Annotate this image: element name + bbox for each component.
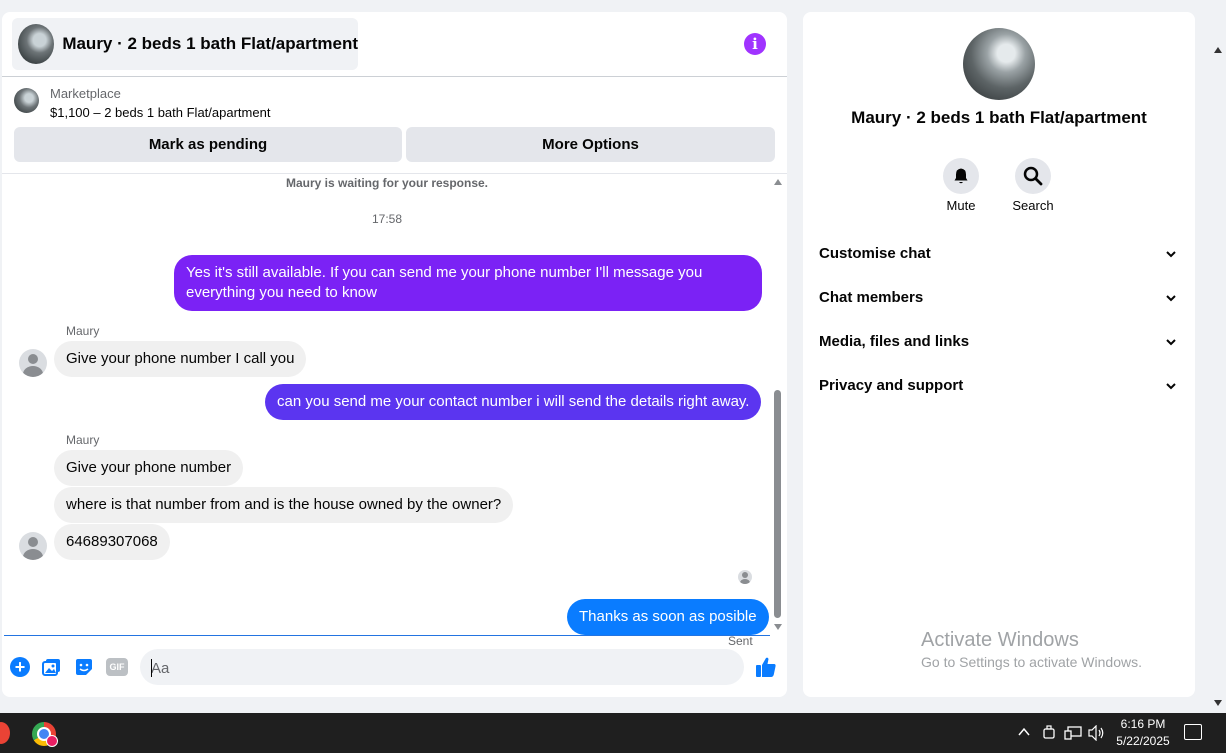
chevron-down-icon (1166, 251, 1176, 258)
waiting-status-text: Maury is waiting for your response. (285, 176, 489, 190)
listing-thumbnail[interactable] (14, 88, 39, 113)
section-customise-chat[interactable]: Customise chat (803, 234, 1195, 274)
search-label: Search (1012, 198, 1054, 213)
listing-card: Marketplace $1,100 – 2 beds 1 bath Flat/… (2, 77, 787, 174)
listing-profile-photo[interactable] (963, 28, 1035, 100)
listing-source: Marketplace (50, 86, 121, 101)
chevron-down-icon (1166, 295, 1176, 302)
chat-header: Maury · 2 beds 1 bath Flat/apartment i (2, 12, 787, 77)
search-icon (1023, 166, 1043, 186)
activate-windows-watermark: Activate Windows Go to Settings to activ… (921, 629, 1142, 670)
scroll-thumb[interactable] (774, 390, 781, 618)
message-bubble-incoming[interactable]: Give your phone number I call you (54, 341, 307, 377)
scroll-up-arrow-icon[interactable] (774, 179, 782, 185)
bell-icon (954, 168, 968, 184)
chevron-up-icon[interactable] (1018, 727, 1030, 737)
contact-avatar[interactable] (19, 349, 47, 377)
chrome-profile-badge-icon (46, 735, 58, 747)
contact-avatar[interactable] (19, 532, 47, 560)
plus-icon[interactable]: + (10, 657, 30, 677)
composer-divider (4, 635, 770, 636)
more-options-button[interactable]: More Options (406, 127, 775, 162)
message-scrollbar[interactable] (772, 175, 785, 635)
listing-price-title[interactable]: $1,100 – 2 beds 1 bath Flat/apartment (50, 105, 270, 120)
message-input-container[interactable] (140, 649, 744, 685)
section-label: Privacy and support (819, 377, 964, 394)
text-caret (151, 659, 152, 677)
info-icon[interactable]: i (744, 33, 766, 55)
mute-label: Mute (946, 198, 976, 213)
page-scroll-down-arrow-icon[interactable] (1214, 700, 1222, 706)
search-button[interactable] (1015, 158, 1051, 194)
message-bubble-outgoing[interactable]: Thanks as soon as posible (567, 599, 769, 635)
speaker-icon[interactable] (1088, 725, 1106, 741)
conversation-title-button[interactable]: Maury · 2 beds 1 bath Flat/apartment (12, 18, 358, 70)
message-input[interactable] (151, 658, 691, 678)
gif-icon[interactable]: GIF (106, 658, 128, 676)
mark-as-pending-button[interactable]: Mark as pending (14, 127, 402, 162)
section-label: Customise chat (819, 245, 931, 262)
scroll-down-arrow-icon[interactable] (774, 624, 782, 630)
sticker-icon[interactable] (74, 657, 94, 677)
listing-photo-avatar (18, 24, 55, 64)
meet-now-icon[interactable] (1042, 725, 1056, 741)
watermark-subtitle: Go to Settings to activate Windows. (921, 654, 1142, 670)
sender-name: Maury (66, 433, 100, 447)
clock-date: 5/22/2025 (1116, 734, 1170, 748)
chat-panel: Maury · 2 beds 1 bath Flat/apartment i M… (2, 12, 787, 697)
system-clock[interactable]: 6:16 PM 5/22/2025 (1110, 716, 1176, 750)
clock-time: 6:16 PM (1120, 717, 1166, 731)
chevron-down-icon (1166, 383, 1176, 390)
photo-icon[interactable] (42, 657, 62, 677)
notification-center-icon[interactable] (1184, 724, 1202, 740)
message-bubble-outgoing[interactable]: can you send me your contact number i wi… (265, 384, 762, 420)
conversation-title: Maury · 2 beds 1 bath Flat/apartment (62, 34, 358, 53)
section-label: Media, files and links (819, 333, 970, 350)
delivery-status: Sent (728, 634, 753, 648)
read-receipt-avatar (738, 570, 752, 584)
message-timestamp: 17:58 (371, 212, 403, 226)
page-scroll-up-arrow-icon[interactable] (1214, 47, 1222, 53)
taskbar: 6:16 PM 5/22/2025 (0, 713, 1226, 753)
info-panel-title: Maury · 2 beds 1 bath Flat/apartment (851, 108, 1147, 127)
thumbs-up-icon[interactable] (754, 655, 778, 679)
network-icon[interactable] (1064, 725, 1082, 741)
section-chat-members[interactable]: Chat members (803, 278, 1195, 318)
mute-button[interactable] (943, 158, 979, 194)
chevron-down-icon (1166, 339, 1176, 346)
section-media-files-links[interactable]: Media, files and links (803, 322, 1195, 362)
sender-name: Maury (66, 324, 100, 338)
section-label: Chat members (819, 289, 924, 306)
message-bubble-incoming[interactable]: Give your phone number (54, 450, 244, 486)
message-bubble-incoming[interactable]: where is that number from and is the hou… (54, 487, 514, 523)
message-bubble-outgoing[interactable]: Yes it's still available. If you can sen… (174, 255, 762, 311)
section-privacy-support[interactable]: Privacy and support (803, 366, 1195, 406)
message-bubble-incoming[interactable]: 64689307068 (54, 524, 170, 560)
message-list: Maury is waiting for your response. 17:5… (2, 175, 787, 648)
watermark-title: Activate Windows (921, 629, 1079, 651)
message-composer: + GIF (2, 647, 787, 687)
conversation-info-panel: Maury · 2 beds 1 bath Flat/apartment Mut… (803, 12, 1195, 697)
taskbar-app-icon[interactable] (0, 722, 10, 744)
